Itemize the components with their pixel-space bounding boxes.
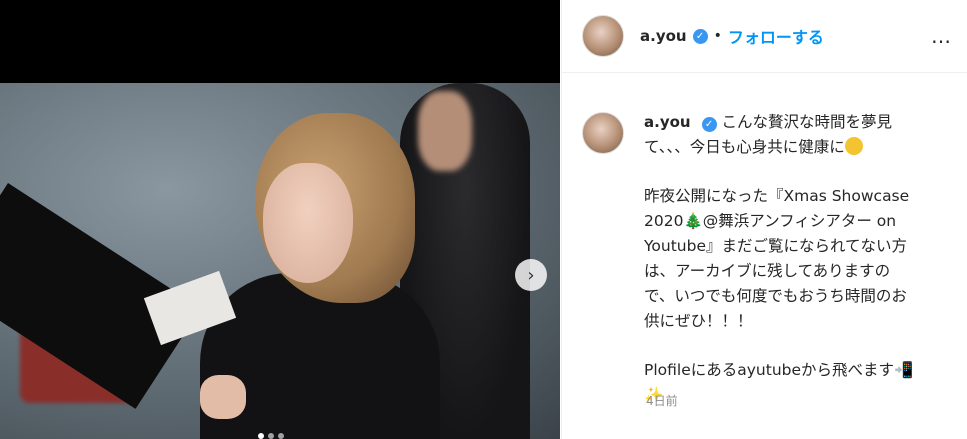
caption-line: 供にぜひ！！！: [644, 312, 753, 330]
more-options-icon[interactable]: …: [931, 24, 952, 48]
caption-line: 2020🎄@舞浜アンフィシアター on: [644, 212, 897, 230]
post-header: a.you ✓ • フォローする …: [562, 0, 967, 73]
caption-text: a.you ✓ こんな贅沢な時間を夢見 て、、、今日も心身共に健康に 昨夜公開に…: [644, 110, 944, 408]
caption-line: で、いつでも何度でもおうち時間のお: [644, 287, 907, 305]
carousel-dot: [268, 433, 274, 439]
photo-person-face: [263, 163, 353, 283]
post-media: ›: [0, 0, 560, 439]
photo-hand: [200, 375, 246, 419]
next-slide-button[interactable]: ›: [515, 259, 547, 291]
verified-badge-icon: ✓: [701, 117, 717, 132]
avatar[interactable]: [582, 15, 624, 57]
caption-line: ✨: [644, 386, 664, 404]
photo-face-background: [418, 91, 472, 171]
chevron-right-icon: ›: [527, 264, 535, 286]
carousel-dot: [258, 433, 264, 439]
header-username[interactable]: a.you: [640, 27, 687, 45]
carousel-dot: [278, 433, 284, 439]
follow-button[interactable]: フォローする: [728, 24, 824, 48]
caption-line: こんな贅沢な時間を夢見: [721, 113, 892, 131]
caption-line: Youtube』まだご覧になられてない方: [644, 237, 908, 255]
verified-badge-icon: ✓: [692, 28, 708, 44]
sunglasses-emoji-icon: [844, 137, 863, 155]
caption-avatar[interactable]: [582, 112, 624, 154]
caption-line: は、アーカイブに残してありますの: [644, 262, 891, 280]
carousel-dots: [258, 433, 284, 439]
post-photo[interactable]: [0, 83, 560, 439]
caption-username[interactable]: a.you: [644, 113, 691, 131]
caption-line: 昨夜公開になった『Xmas Showcase: [644, 187, 910, 205]
post-side-panel: a.you ✓ • フォローする … a.you ✓ こんな贅沢な時間を夢見 て…: [561, 0, 967, 439]
caption-line: Plofileにあるayutubeから飛べます📲: [644, 361, 914, 379]
caption-line: て、、、今日も心身共に健康に: [644, 138, 845, 156]
header-separator: •: [713, 28, 722, 44]
post-timestamp[interactable]: 4日前: [646, 392, 678, 409]
